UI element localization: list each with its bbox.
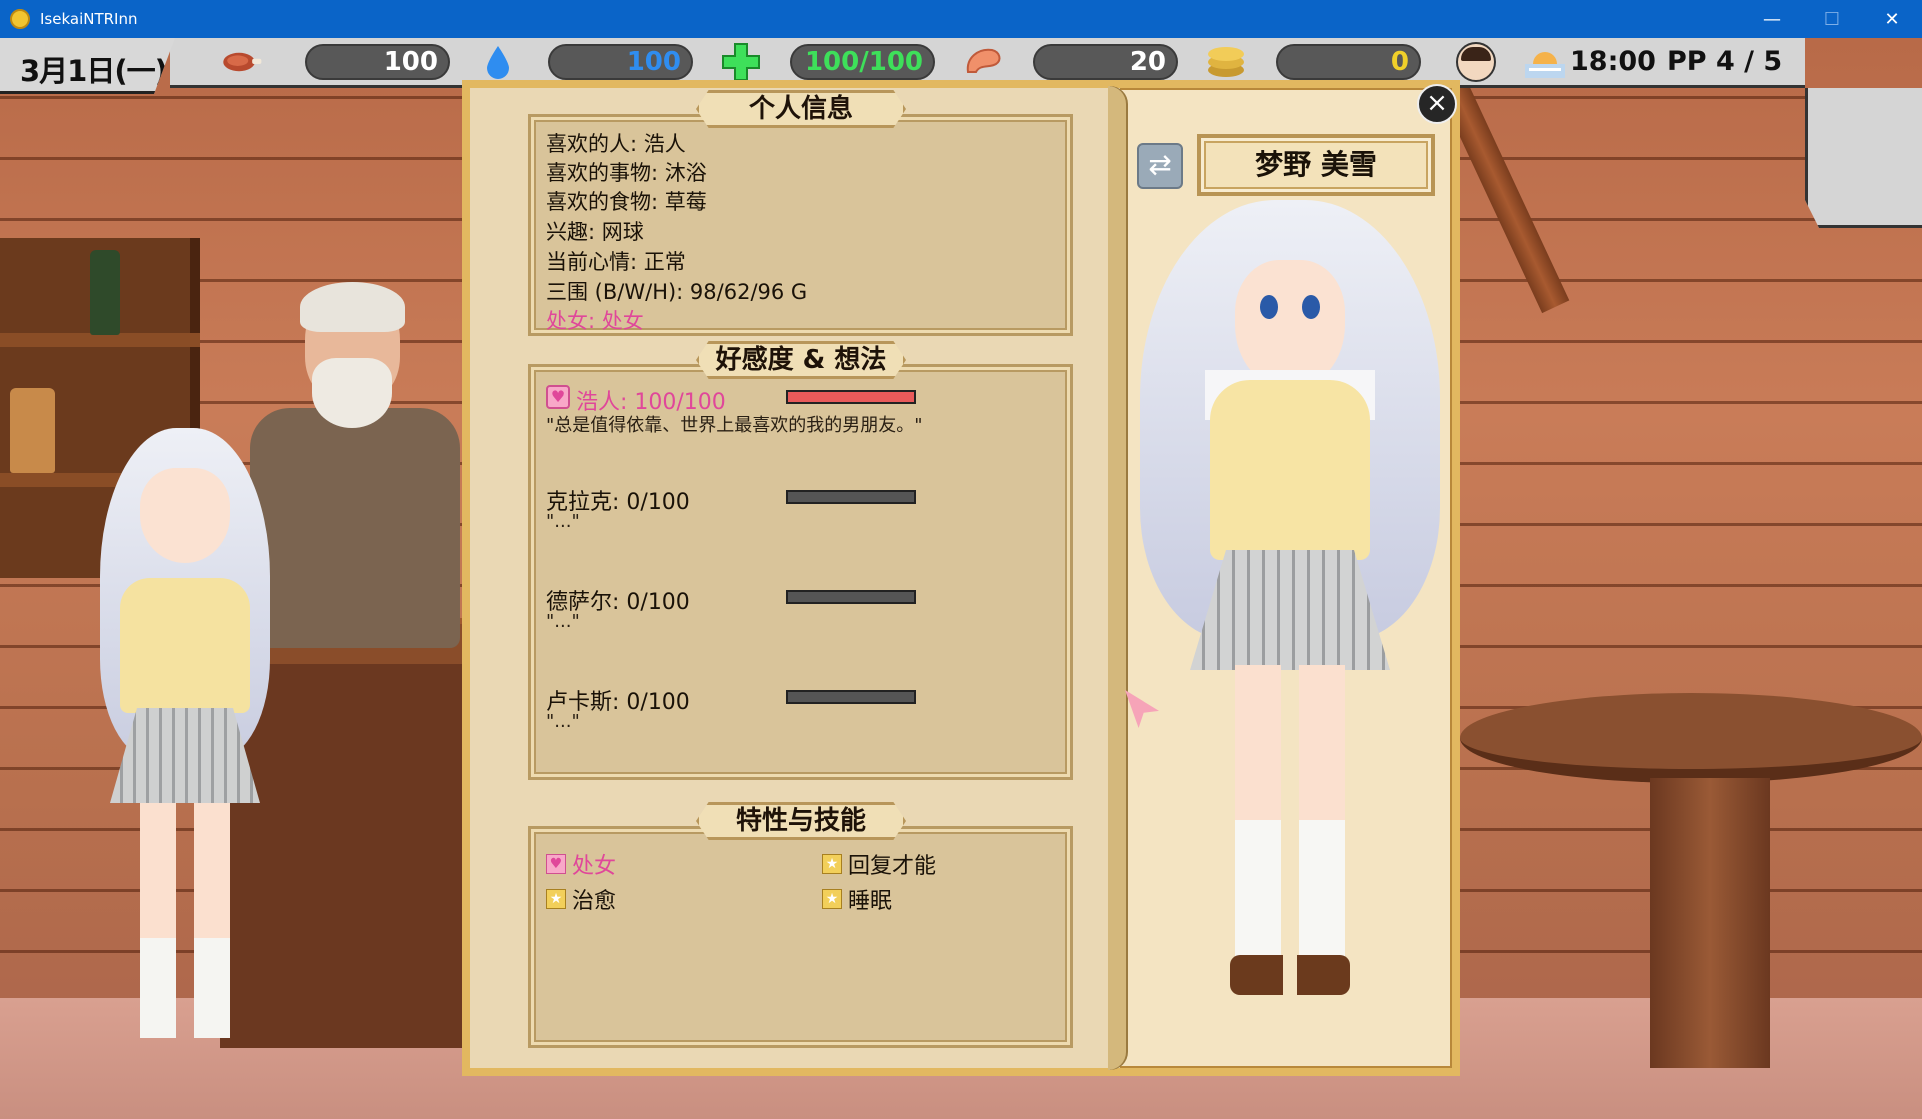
health-value: 100/100: [804, 47, 923, 77]
affection-quote-clark: "...": [546, 511, 580, 532]
info-line: 喜欢的人: 浩人: [546, 132, 686, 156]
info-line: 当前心情: 正常: [546, 250, 686, 274]
window-titlebar: IsekaiNTRInn — ☐ ✕: [0, 0, 1922, 38]
trait-label: 睡眠: [848, 889, 893, 914]
trait-recovery-talent[interactable]: ★ 回复才能: [822, 848, 936, 880]
gold-bar: 0: [1276, 44, 1421, 80]
affection-quote-lucas: "...": [546, 711, 580, 732]
shrimp-bar: 20: [1033, 44, 1178, 80]
coin-stack-icon: [1203, 42, 1249, 82]
info-line: 喜欢的食物: 草莓: [546, 190, 707, 214]
trait-label: 处女: [572, 854, 617, 879]
heart-icon: ♥: [546, 854, 566, 874]
panel-spine: [1108, 86, 1126, 1070]
star-icon: ★: [822, 854, 842, 874]
trait-label: 回复才能: [848, 854, 937, 879]
star-icon: ★: [546, 889, 566, 909]
info-line: 兴趣: 网球: [546, 220, 644, 244]
hud-corner: [1805, 88, 1922, 228]
affection-section-title: 好感度 & 想法: [696, 341, 906, 379]
trait-virgin[interactable]: ♥ 处女: [546, 848, 616, 880]
player-avatar[interactable]: [1456, 42, 1496, 82]
maximize-button[interactable]: ☐: [1802, 0, 1862, 38]
sunset-icon: [1522, 42, 1568, 82]
shrimp-icon: [960, 42, 1006, 82]
date-display: 3月1日(一): [0, 38, 175, 94]
close-window-button[interactable]: ✕: [1862, 0, 1922, 38]
close-panel-button[interactable]: ×: [1417, 84, 1457, 124]
info-line: 三围 (B/W/H): 98/62/96 G: [546, 280, 808, 304]
star-icon: ★: [822, 889, 842, 909]
table-leg: [1650, 778, 1770, 1068]
gold-value: 0: [1390, 47, 1409, 77]
pp-label: PP 4 / 5: [1667, 46, 1783, 77]
shrimp-value: 20: [1129, 47, 1166, 77]
affection-bar-hiroto: [786, 390, 916, 404]
affection-bar-lucas: [786, 690, 916, 704]
water-bar: 100: [548, 44, 693, 80]
food-value: 100: [383, 47, 438, 77]
water-value: 100: [626, 47, 681, 77]
date-label: 3月1日(一): [20, 54, 168, 88]
whisky-bottle-icon: [10, 388, 55, 473]
minimize-button[interactable]: —: [1742, 0, 1802, 38]
health-cross-icon: [718, 42, 764, 82]
character-portrait: [1130, 200, 1450, 1040]
affection-bar-desal: [786, 590, 916, 604]
traits-section-title: 特性与技能: [696, 802, 906, 840]
window-title: IsekaiNTRInn: [40, 10, 138, 28]
round-table: [1460, 693, 1922, 783]
trait-sleep[interactable]: ★ 睡眠: [822, 883, 892, 915]
swap-character-button[interactable]: ⇄: [1137, 143, 1183, 189]
affection-fill: [788, 392, 914, 402]
app-icon: [10, 9, 30, 29]
affection-bar-clark: [786, 490, 916, 504]
water-drop-icon: [475, 42, 521, 82]
heart-icon: ♥: [546, 385, 570, 409]
bottle-icon: [90, 250, 120, 335]
trait-label: 治愈: [572, 889, 617, 914]
info-section-title: 个人信息: [696, 90, 906, 128]
affection-quote-hiroto: "总是值得依靠、世界上最喜欢的我的男朋友。": [546, 415, 923, 436]
meat-icon: [218, 42, 264, 82]
affection-quote-desal: "...": [546, 611, 580, 632]
food-bar: 100: [305, 44, 450, 80]
old-man-character[interactable]: [250, 282, 460, 648]
trait-healing[interactable]: ★ 治愈: [546, 883, 616, 915]
virgin-status-line: 处女: 处女: [546, 309, 644, 333]
girl-character-scene[interactable]: [90, 428, 280, 1068]
time-label: 18:00: [1570, 46, 1656, 77]
health-bar: 100/100: [790, 44, 935, 80]
character-name-plate: 梦野 美雪: [1197, 134, 1435, 196]
info-line: 喜欢的事物: 沐浴: [546, 161, 707, 185]
